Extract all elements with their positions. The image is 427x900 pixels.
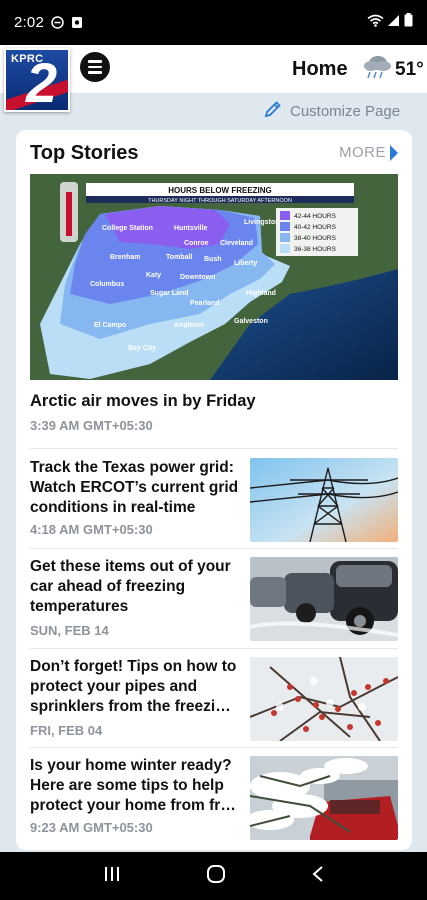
story-item[interactable]: Get these items out of your car ahead of… bbox=[30, 557, 398, 653]
icy-branches-image[interactable] bbox=[250, 657, 398, 741]
hero-headline[interactable]: Arctic air moves in by Friday bbox=[30, 392, 256, 411]
legend-item: 38-40 HOURS bbox=[294, 235, 337, 242]
temperature: 51° bbox=[395, 58, 424, 80]
rain-cloud-icon bbox=[362, 54, 392, 85]
do-not-disturb-icon bbox=[51, 16, 64, 29]
divider bbox=[30, 448, 398, 449]
card-header: Top Stories MORE bbox=[30, 142, 398, 168]
map-city: College Station bbox=[102, 225, 153, 232]
signal-icon bbox=[388, 14, 400, 32]
story-item[interactable]: Don’t forget! Tips on how to protect you… bbox=[30, 657, 398, 753]
story-timestamp: 9:23 AM GMT+05:30 bbox=[30, 820, 153, 835]
hero-story-image[interactable]: HOURS BELOW FREEZING THURSDAY NIGHT THRO… bbox=[30, 174, 398, 380]
map-city: El Campo bbox=[94, 322, 126, 329]
frozen-cars-image[interactable] bbox=[250, 557, 398, 641]
home-icon[interactable] bbox=[206, 864, 226, 889]
map-city: Highland bbox=[246, 290, 276, 297]
map-city: Liberty bbox=[234, 260, 257, 267]
legend-item: 40-42 HOURS bbox=[294, 224, 337, 231]
page-title: Home bbox=[292, 58, 348, 80]
logo-number: 2 bbox=[26, 51, 58, 112]
map-city: Galveston bbox=[234, 318, 268, 325]
map-banner-subtitle: THURSDAY NIGHT THROUGH SATURDAY AFTERNOO… bbox=[148, 198, 292, 204]
customize-page-button[interactable]: Customize Page bbox=[264, 100, 400, 122]
map-city: Bush bbox=[204, 256, 222, 263]
map-banner-title: HOURS BELOW FREEZING bbox=[168, 186, 272, 195]
map-city: Angleton bbox=[174, 322, 204, 329]
freeze-map-graphic: HOURS BELOW FREEZING THURSDAY NIGHT THRO… bbox=[30, 174, 398, 380]
map-city: Cleveland bbox=[220, 240, 253, 247]
system-nav-bar bbox=[0, 852, 427, 900]
map-city: Downtown bbox=[180, 274, 215, 281]
story-item[interactable]: Is your home winter ready? Here are some… bbox=[30, 756, 398, 850]
story-headline[interactable]: Is your home winter ready? Here are some… bbox=[30, 756, 246, 816]
divider bbox=[30, 548, 398, 549]
status-bar: 2:02 bbox=[0, 0, 427, 45]
back-icon[interactable] bbox=[311, 865, 325, 888]
map-city: Conroe bbox=[184, 240, 209, 247]
power-tower-image[interactable] bbox=[250, 458, 398, 542]
wifi-icon bbox=[367, 14, 384, 32]
map-city: Bay City bbox=[128, 345, 156, 352]
map-city: Pearland bbox=[190, 300, 220, 307]
battery-icon bbox=[404, 13, 413, 32]
story-headline[interactable]: Get these items out of your car ahead of… bbox=[30, 557, 246, 617]
recent-apps-icon[interactable] bbox=[103, 865, 121, 888]
map-city: Columbus bbox=[90, 281, 124, 288]
legend-item: 42-44 HOURS bbox=[294, 213, 337, 220]
chevron-right-icon bbox=[390, 144, 398, 161]
story-headline[interactable]: Don’t forget! Tips on how to protect you… bbox=[30, 657, 246, 717]
story-timestamp: 4:18 AM GMT+05:30 bbox=[30, 522, 153, 537]
map-city: Tomball bbox=[166, 254, 192, 261]
divider bbox=[30, 648, 398, 649]
map-city: Brenham bbox=[110, 254, 140, 261]
top-stories-card: Top Stories MORE HOURS BELOW FREEZING TH… bbox=[16, 130, 412, 850]
story-timestamp: FRI, FEB 04 bbox=[30, 723, 103, 738]
divider bbox=[30, 747, 398, 748]
map-city: Sugar Land bbox=[150, 290, 189, 297]
more-label: MORE bbox=[339, 144, 386, 161]
status-time: 2:02 bbox=[14, 14, 44, 31]
story-item[interactable]: Track the Texas power grid: Watch ERCOT’… bbox=[30, 458, 398, 554]
media-icon bbox=[71, 16, 83, 29]
pencil-icon bbox=[264, 100, 282, 122]
more-button[interactable]: MORE bbox=[339, 144, 398, 161]
weather-widget[interactable]: 51° bbox=[362, 54, 424, 85]
map-city: Katy bbox=[146, 272, 161, 279]
story-headline[interactable]: Track the Texas power grid: Watch ERCOT’… bbox=[30, 458, 246, 518]
card-title: Top Stories bbox=[30, 142, 139, 164]
customize-page-label: Customize Page bbox=[290, 102, 401, 120]
hamburger-menu-icon[interactable] bbox=[80, 52, 110, 82]
station-logo[interactable]: KPRC 2 bbox=[4, 48, 70, 112]
snowy-tree-image[interactable] bbox=[250, 756, 398, 840]
map-city: Livingston bbox=[244, 219, 279, 226]
map-city: Huntsville bbox=[174, 225, 208, 232]
legend-item: 36-38 HOURS bbox=[294, 246, 337, 253]
hero-timestamp: 3:39 AM GMT+05:30 bbox=[30, 418, 153, 433]
story-timestamp: SUN, FEB 14 bbox=[30, 623, 109, 638]
